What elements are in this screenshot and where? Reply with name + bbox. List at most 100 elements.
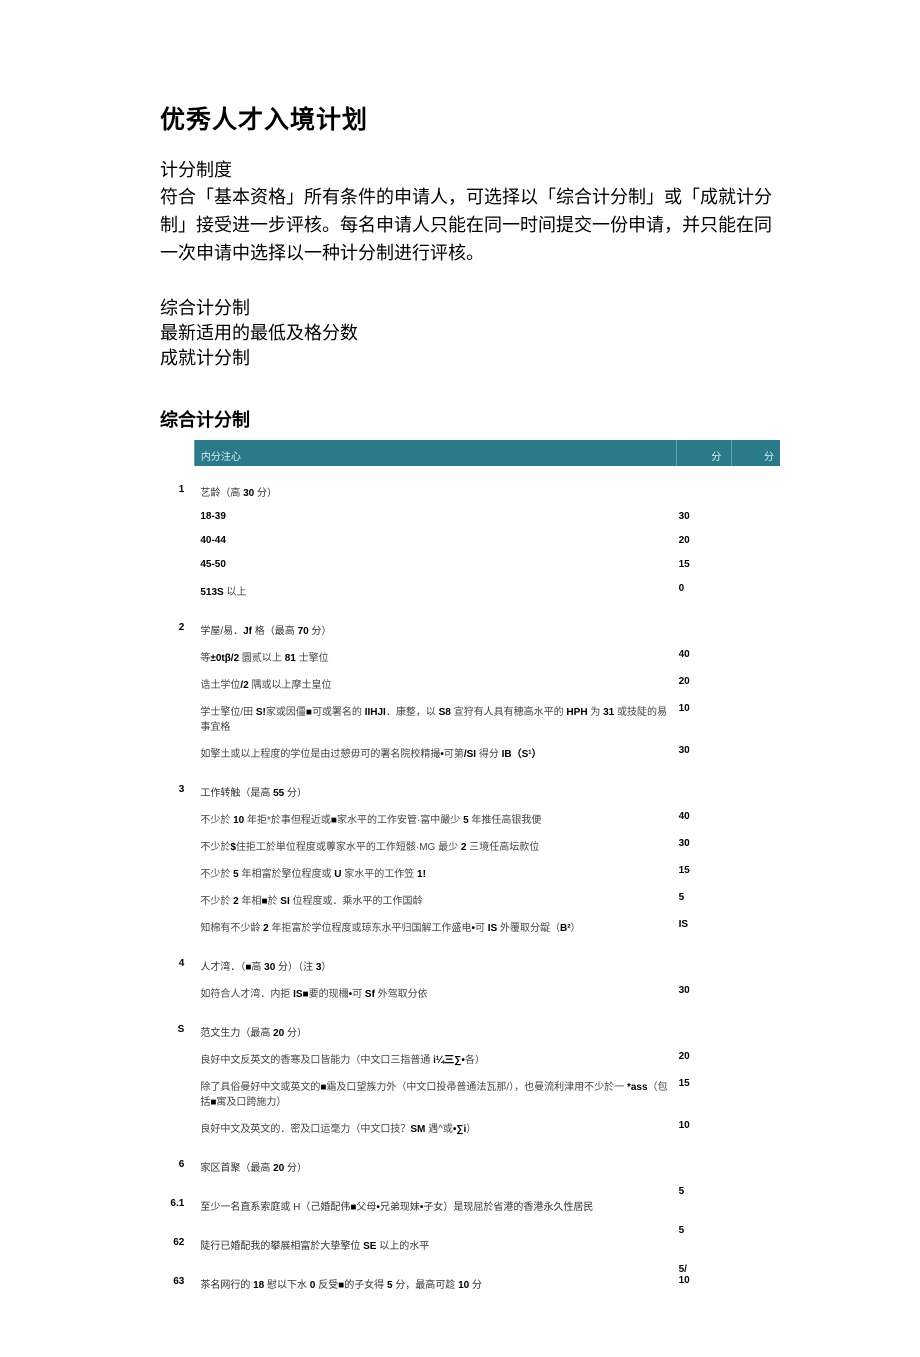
row-number [160,553,194,577]
row-score2 [732,739,780,766]
row-number [160,979,194,1006]
row-score2 [732,529,780,553]
row-score2 [732,766,780,805]
row-score: 20 [677,1045,732,1072]
subtitle: 计分制度 [160,156,780,182]
row-content: 至少一名直系索庭或 H（己婚配伟■父母•兄弟现妹•子女）是现屈於省港的香港永久性… [194,1180,676,1219]
row-content: 如擎土或以上程度的学位是由过憩毋可的署名院校精撮•可第/SI 得分 IB（S¹） [194,739,676,766]
row-number: 4 [160,940,194,979]
table-row: 1艺龄（高 30 分） [160,466,780,505]
th-num [160,440,194,466]
row-score2 [732,1219,780,1258]
row-number: S [160,1006,194,1045]
row-score2 [732,505,780,529]
table-row: 6家区首聚（最高 20 分） [160,1141,780,1180]
row-score: 20 [677,529,732,553]
row-score: 30 [677,505,732,529]
table-row: 不少於 10 年拒*於事但程近或■家水平的工作安管·富中嚴少 5 年推任高银我便… [160,805,780,832]
row-score [677,940,732,979]
row-number [160,913,194,940]
row-number [160,805,194,832]
row-number: 6 [160,1141,194,1180]
row-score2 [732,940,780,979]
row-content: 家区首聚（最高 20 分） [194,1141,676,1180]
row-score2 [732,670,780,697]
row-score: 5/10 [677,1258,732,1297]
row-score2 [732,466,780,505]
row-score [677,1006,732,1045]
row-score: IS [677,913,732,940]
row-score2 [732,1006,780,1045]
scoring-table: 内分注心 分 分 1艺龄（高 30 分）18-393040-442045-501… [160,440,780,1297]
row-score [677,766,732,805]
table-row: 62陡行已婚配我的攀展相富於大挚擎位 SE 以上的水平5 [160,1219,780,1258]
table-row: 6.1至少一名直系索庭或 H（己婚配伟■父母•兄弟现妹•子女）是现屈於省港的香港… [160,1180,780,1219]
intro-paragraph: 符合「基本资格」所有条件的申请人，可选择以「综合计分制」或「成就计分制」接受进一… [160,184,780,268]
row-content: 如符合人才湾．内拒 IS■要的现檷•可 Sf 外驾取分依 [194,979,676,1006]
row-content: 除了具俗曼好中文或英文的■霜及口望族力外（中文口投帚普通法瓦那/），也曼流利津用… [194,1072,676,1114]
row-score: 30 [677,739,732,766]
table-row: 除了具俗曼好中文或英文的■霜及口望族力外（中文口投帚普通法瓦那/），也曼流利津用… [160,1072,780,1114]
row-content: 45-50 [194,553,676,577]
table-row: 学士擎位/田 S!家或因僵■可或署名的 IIHJI．康整，以 S8 宣狩有人具有… [160,697,780,739]
row-score [677,604,732,643]
row-score2 [732,643,780,670]
row-content: 知棉有不少龄 2 年拒富於学位程度或琼东水平归国解工作盛电•可 IS 外覆取分龊… [194,913,676,940]
row-number [160,1114,194,1141]
row-number: 2 [160,604,194,643]
row-number: 6.1 [160,1180,194,1219]
page-title: 优秀人才入境计划 [160,100,780,136]
row-number [160,886,194,913]
row-content: 不少於$住拒工於単位程度或蓴家水平的工作短骸·MG 最少 2 三境任高坛款位 [194,832,676,859]
row-score2 [732,697,780,739]
row-content: 40-44 [194,529,676,553]
row-score: 10 [677,697,732,739]
th-score2: 分 [732,440,780,466]
row-score [677,1141,732,1180]
row-number [160,832,194,859]
table-row: 不少於 2 年相■於 SI 位程度或．乘水平的工作国龄5 [160,886,780,913]
row-score2 [732,886,780,913]
link-min-score: 最新适用的最低及格分数 [160,321,780,346]
row-content: 等±0tβ/2 圜贰以上 81 士擎位 [194,643,676,670]
row-content: 范文生力（最高 20 分） [194,1006,676,1045]
row-score: 30 [677,979,732,1006]
row-score: 20 [677,670,732,697]
table-row: 4人才湾．（■高 30 分）（注 3） [160,940,780,979]
row-score2 [732,1141,780,1180]
table-row: 513S 以上0 [160,577,780,604]
row-score2 [732,604,780,643]
row-score2 [732,832,780,859]
table-row: 如符合人才湾．内拒 IS■要的现檷•可 Sf 外驾取分依30 [160,979,780,1006]
row-score2 [732,859,780,886]
row-content: 艺龄（高 30 分） [194,466,676,505]
table-row: 良好中文反英文的香寒及口皆能力（中文口三指普通 i¼三∑•各）20 [160,1045,780,1072]
row-score: 10 [677,1114,732,1141]
row-score2 [732,577,780,604]
row-score: 15 [677,1072,732,1114]
row-number [160,670,194,697]
link-achievement: 成就计分制 [160,346,780,371]
table-row: 良好中文及英文的．密及口运毫力（中文口技？SM 遇^或•∑i）10 [160,1114,780,1141]
row-content: 诰土学位/2 隅或以上摩土皇位 [194,670,676,697]
row-content: 陡行已婚配我的攀展相富於大挚擎位 SE 以上的水平 [194,1219,676,1258]
row-score2 [732,1072,780,1114]
table-row: 63茶名网行的 18 慰以下水 0 反受■的子女得 5 分，最高可趁 10 分5… [160,1258,780,1297]
row-score2 [732,913,780,940]
th-score1: 分 [677,440,732,466]
row-score2 [732,1180,780,1219]
row-score: 40 [677,643,732,670]
table-row: 诰土学位/2 隅或以上摩土皇位20 [160,670,780,697]
row-content: 不少於 5 年相富於擎位程度或 U 家水平的工作笠 1! [194,859,676,886]
row-number [160,1045,194,1072]
table-row: 18-3930 [160,505,780,529]
row-number: 62 [160,1219,194,1258]
table-row: 如擎土或以上程度的学位是由过憩毋可的署名院校精撮•可第/SI 得分 IB（S¹）… [160,739,780,766]
row-score: 5 [677,1180,732,1219]
row-content: 学士擎位/田 S!家或因僵■可或署名的 IIHJI．康整，以 S8 宣狩有人具有… [194,697,676,739]
row-score: 0 [677,577,732,604]
row-number [160,643,194,670]
row-content: 18-39 [194,505,676,529]
row-number: 1 [160,466,194,505]
link-comprehensive: 综合计分制 [160,296,780,321]
